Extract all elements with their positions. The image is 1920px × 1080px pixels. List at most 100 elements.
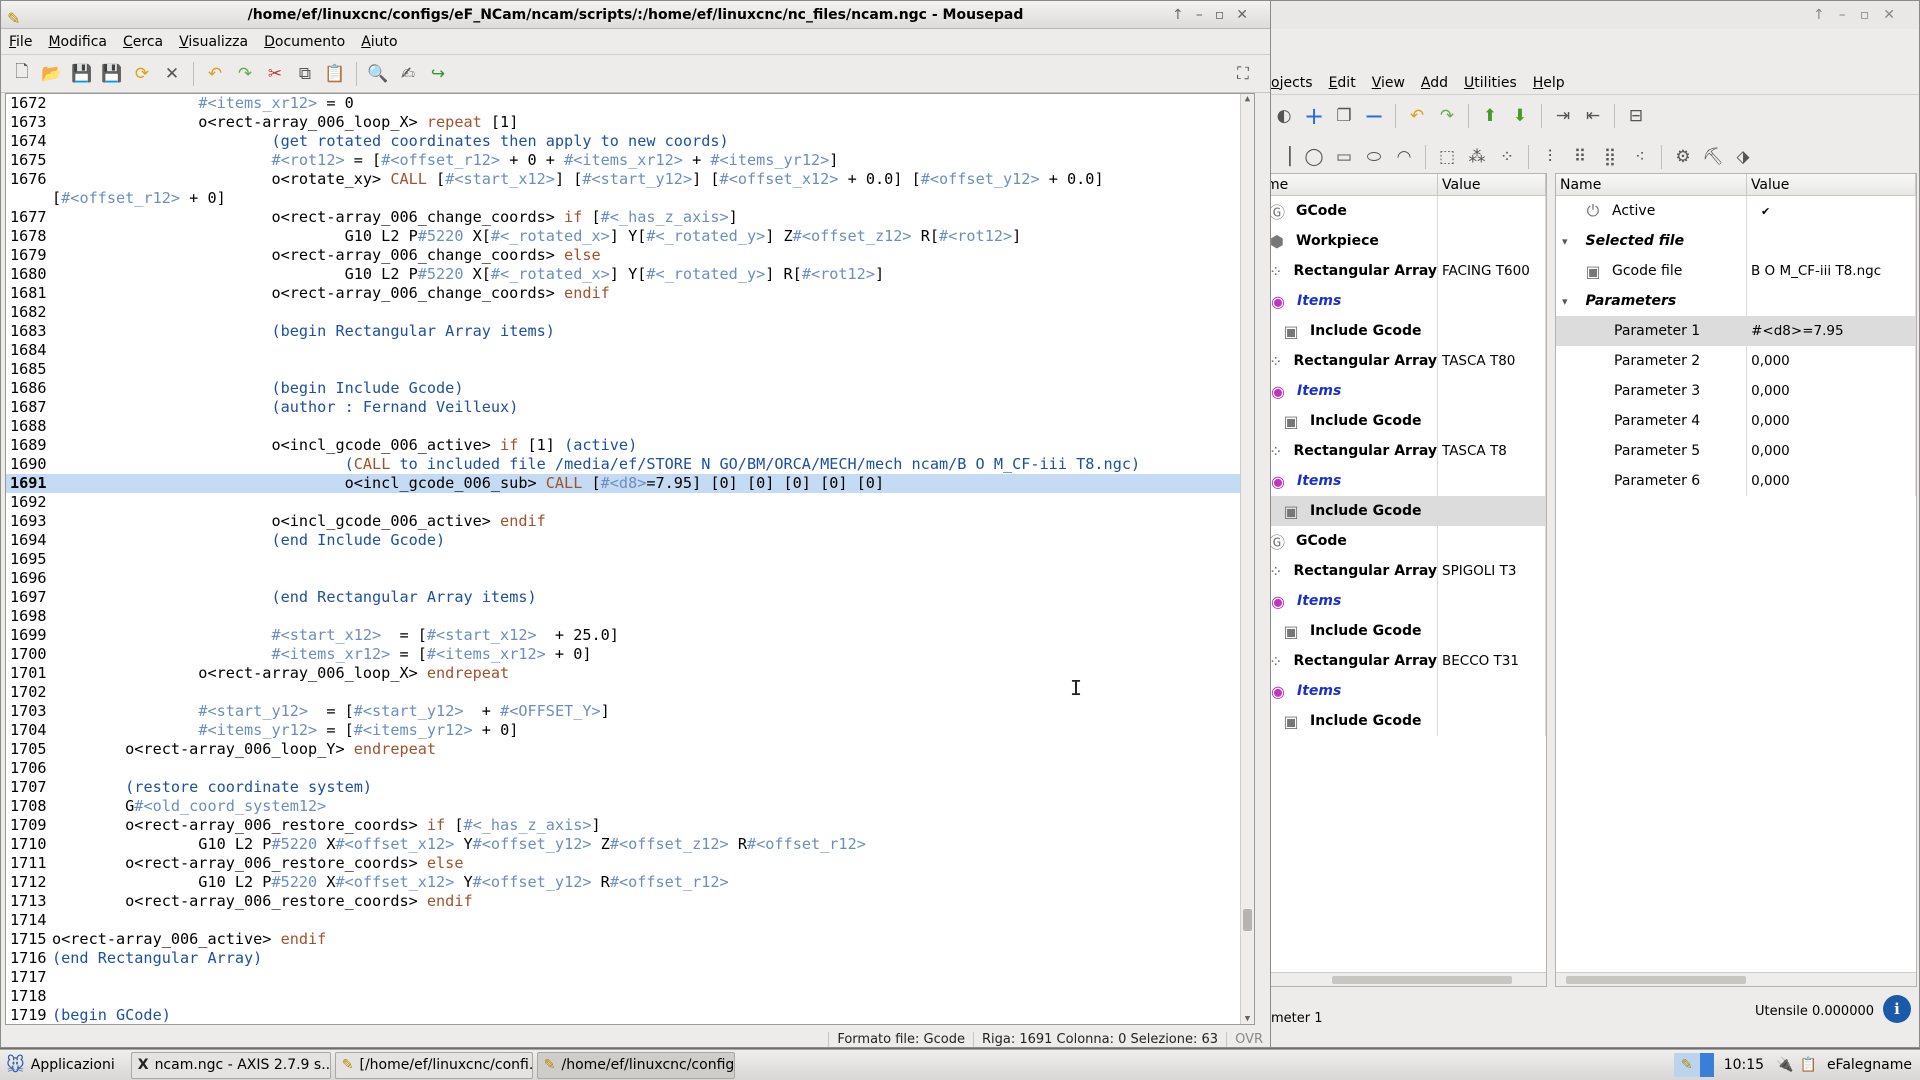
tree-row[interactable]: ▾◉Items — [1263, 466, 1546, 496]
code-line[interactable]: 1691 o<incl_gcode_006_sub> CALL [#<d8>=7… — [6, 474, 1254, 493]
property-row[interactable]: Parameter 3 0,000 — [1556, 376, 1916, 406]
workspace-indicator[interactable] — [1699, 1053, 1714, 1077]
tree-row[interactable]: ⁘ Rectangular Array FACING T600 — [1263, 256, 1546, 286]
code-line[interactable]: 1681 o<rect-array_006_change_coords> end… — [6, 284, 1254, 303]
menu-modifica[interactable]: Modifica — [40, 34, 115, 50]
notes-icon[interactable]: ✎ — [1673, 1053, 1700, 1077]
menu-aiuto[interactable]: Aiuto — [353, 34, 405, 50]
tree-row[interactable]: ⬢ Workpiece — [1263, 226, 1546, 256]
property-value[interactable]: 0,000 — [1747, 406, 1916, 436]
workpiece-tool-icon[interactable]: ⬗ — [1730, 144, 1756, 170]
menu-cerca[interactable]: Cerca — [115, 34, 171, 50]
code-line[interactable]: 1712 G10 L2 P#5220 X#<offset_x12> Y#<off… — [6, 873, 1254, 892]
code-line[interactable]: 1708 G#<old_coord_system12> — [6, 797, 1254, 816]
code-line[interactable]: 1710 G10 L2 P#5220 X#<offset_x12> Y#<off… — [6, 835, 1254, 854]
duplicate-icon[interactable]: ❐ — [1331, 103, 1357, 129]
code-line[interactable]: 1687 (author : Fernand Veilleux) — [6, 398, 1254, 417]
code-line[interactable]: 1694 (end Include Gcode) — [6, 531, 1254, 550]
slot-icon[interactable]: ⬭ — [1361, 144, 1387, 170]
code-line[interactable]: 1717 — [6, 968, 1254, 987]
start-menu-button[interactable]: 🐭 Applicazioni — [0, 1055, 125, 1076]
code-line[interactable]: 1689 o<incl_gcode_006_active> if [1] (ac… — [6, 436, 1254, 455]
tree-row[interactable]: ▾◉Items — [1263, 676, 1546, 706]
drill-icon[interactable]: ⫶ — [1537, 144, 1563, 170]
ncam-menu-view[interactable]: View — [1364, 75, 1413, 91]
tree-row[interactable]: ⁘ Rectangular Array TASCA T80 — [1263, 346, 1546, 376]
tree-header-name[interactable]: me — [1263, 174, 1438, 195]
editor-vscroll[interactable]: ▲ ▼ — [1240, 94, 1254, 1024]
code-line[interactable]: 1688 — [6, 417, 1254, 436]
property-row[interactable]: Parameter 6 0,000 — [1556, 466, 1916, 496]
spindle-icon[interactable]: ⛏ — [1700, 144, 1726, 170]
code-line[interactable]: 1704 #<items_yr12> = [#<items_yr12> + 0] — [6, 721, 1254, 740]
properties-panel[interactable]: Name Value ⏻ Active ✔ ▾ Selected file ▣ Gcode … — [1555, 173, 1917, 987]
code-line[interactable]: 1701 o<rect-array_006_loop_X> endrepeat — [6, 664, 1254, 683]
taskbar-item[interactable]: ✎ /home/ef/linuxcnc/config... — [536, 1051, 735, 1079]
cut-icon[interactable]: ✂ — [262, 61, 288, 87]
window-controls[interactable]: ↑–▫✕ — [1813, 1, 1909, 29]
drill-circle-icon[interactable]: ⁖ — [1627, 144, 1653, 170]
open-file-icon[interactable]: 📂 — [39, 61, 65, 87]
code-line[interactable]: 1684 — [6, 341, 1254, 360]
property-row[interactable]: Parameter 4 0,000 — [1556, 406, 1916, 436]
code-line[interactable]: 1678 G10 L2 P#5220 X[#<_rotated_x>] Y[#<… — [6, 227, 1254, 246]
tree-row[interactable]: ⁘ Rectangular Array TASCA T8 — [1263, 436, 1546, 466]
code-line[interactable]: 1719 (begin GCode) — [6, 1006, 1254, 1024]
code-line[interactable]: 1682 — [6, 303, 1254, 322]
ncam-menu-utilities[interactable]: Utilities — [1456, 75, 1525, 91]
undo-icon[interactable]: ↶ — [202, 61, 228, 87]
code-line[interactable]: 1676 o<rotate_xy> CALL [#<start_x12>] [#… — [6, 170, 1254, 189]
code-line[interactable]: 1674 (get rotated coordinates then apply… — [6, 132, 1254, 151]
drill-matrix-icon[interactable]: ⣿ — [1597, 144, 1623, 170]
code-line[interactable]: 1686 (begin Include Gcode) — [6, 379, 1254, 398]
code-line[interactable]: 1680 G10 L2 P#5220 X[#<_rotated_x>] Y[#<… — [6, 265, 1254, 284]
reload-icon[interactable]: ⟳ — [129, 61, 155, 87]
code-line[interactable]: 1673 o<rect-array_006_loop_X> repeat [1] — [6, 113, 1254, 132]
taskbar-item[interactable]: ✎ [/home/ef/linuxcnc/confi... — [334, 1051, 533, 1079]
code-line[interactable]: [#<offset_r12> + 0] — [6, 189, 1254, 208]
ncam-menu-edit[interactable]: Edit — [1321, 75, 1364, 91]
tree-hscroll[interactable] — [1263, 972, 1546, 986]
tool-change-icon[interactable]: ⚙ — [1670, 144, 1696, 170]
collapse-icon[interactable]: ⊟ — [1623, 103, 1649, 129]
find-icon[interactable]: 🔍 — [365, 61, 391, 87]
move-up-icon[interactable]: ⬆ — [1477, 103, 1503, 129]
code-editor[interactable]: 1672 #<items_xr12> = 0 1673 o<rect-array_… — [5, 93, 1255, 1025]
code-line[interactable]: 1707 (restore coordinate system) — [6, 778, 1254, 797]
code-line[interactable]: 1705 o<rect-array_006_loop_Y> endrepeat — [6, 740, 1254, 759]
circle-icon[interactable]: ◯ — [1301, 144, 1327, 170]
property-value[interactable]: ✔ — [1747, 196, 1916, 226]
expander-icon[interactable]: ▾ — [1562, 295, 1568, 308]
props-hscroll[interactable] — [1556, 972, 1916, 986]
property-value[interactable] — [1747, 226, 1916, 256]
code-line[interactable]: 1699 #<start_x12> = [#<start_x12> + 25.0… — [6, 626, 1254, 645]
property-value[interactable]: 0,000 — [1747, 436, 1916, 466]
line-icon[interactable]: ▕ — [1271, 144, 1297, 170]
code-line[interactable]: 1716 (end Rectangular Array) — [6, 949, 1254, 968]
code-line[interactable]: 1675 #<rot12> = [#<offset_r12> + 0 + #<i… — [6, 151, 1254, 170]
save-icon[interactable]: 💾 — [69, 61, 95, 87]
code-line[interactable]: 1677 o<rect-array_006_change_coords> if … — [6, 208, 1254, 227]
tree-row[interactable]: Ⓖ GCode — [1263, 526, 1546, 556]
tree-row[interactable]: ▾◉Items — [1263, 376, 1546, 406]
goto-icon[interactable]: ↪ — [425, 61, 451, 87]
menu-file[interactable]: File — [1, 34, 40, 50]
new-file-icon[interactable]: 🗋 — [9, 61, 35, 87]
user-name[interactable]: eFalegname — [1827, 1057, 1912, 1073]
taskbar-item[interactable]: Xncam.ngc - AXIS 2.7.9 s... — [130, 1051, 331, 1079]
fullscreen-icon[interactable]: ⛶ — [1230, 61, 1256, 87]
tool-icon[interactable]: ◐ — [1271, 103, 1297, 129]
undo-icon[interactable]: ↶ — [1404, 103, 1430, 129]
property-row[interactable]: ▾ Parameters — [1556, 286, 1916, 316]
tree-row[interactable]: ▣ Include Gcode — [1263, 406, 1546, 436]
project-tree[interactable]: me Value Ⓖ GCode ⬢ Workpiece ⁘ Rectangular Ar… — [1263, 173, 1547, 987]
close-doc-icon[interactable]: ✕ — [159, 61, 185, 87]
find-replace-icon[interactable]: ✍ — [395, 61, 421, 87]
property-value[interactable]: 0,000 — [1747, 346, 1916, 376]
pocket-icon[interactable]: ⬚ — [1434, 144, 1460, 170]
tree-row[interactable]: ⁘ Rectangular Array BECCO T31 — [1263, 646, 1546, 676]
property-value[interactable]: #<d8>=7.95 — [1747, 316, 1916, 346]
add-icon[interactable]: + — [1301, 102, 1327, 130]
redo-icon[interactable]: ↷ — [1434, 103, 1460, 129]
code-line[interactable]: 1711 o<rect-array_006_restore_coords> el… — [6, 854, 1254, 873]
